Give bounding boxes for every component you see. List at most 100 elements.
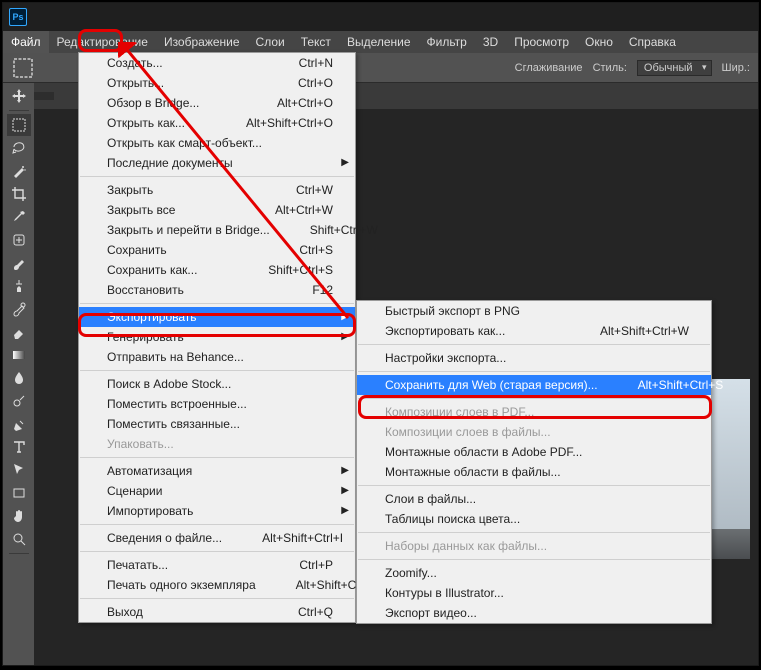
file-menu-item-label: Выход — [107, 605, 143, 619]
file-menu-item-32[interactable]: Выход Ctrl+Q — [79, 602, 355, 622]
tool-zoom[interactable] — [7, 528, 31, 550]
file-menu-item-label: Генерировать — [107, 330, 184, 344]
file-menu-item-23[interactable]: Автоматизация▶ — [79, 461, 355, 481]
export-menu-item-label: Композиции слоев в файлы... — [385, 425, 551, 439]
export-menu-item-5[interactable]: Сохранить для Web (старая версия)...Alt+… — [357, 375, 711, 395]
file-menu-item-10[interactable]: СохранитьCtrl+S — [79, 240, 355, 260]
file-menu-item-label: Восстановить — [107, 283, 184, 297]
export-menu-item-13[interactable]: Таблицы поиска цвета... — [357, 509, 711, 529]
menu-фильтр[interactable]: Фильтр — [419, 31, 475, 53]
file-menu-separator — [80, 176, 354, 177]
file-menu-item-3[interactable]: Открыть как...Alt+Shift+Ctrl+O — [79, 113, 355, 133]
file-menu-item-label: Сохранить как... — [107, 263, 197, 277]
tool-type[interactable] — [7, 436, 31, 458]
file-menu-item-label: Поместить встроенные... — [107, 397, 247, 411]
tool-marquee[interactable] — [7, 114, 31, 136]
tool-eyedropper[interactable] — [7, 206, 31, 228]
file-menu-item-29[interactable]: Печатать...Ctrl+P — [79, 555, 355, 575]
file-menu-item-label: Открыть... — [107, 76, 164, 90]
file-menu-item-5[interactable]: Последние документы▶ — [79, 153, 355, 173]
export-menu-item-label: Таблицы поиска цвета... — [385, 512, 520, 526]
tool-rectangle[interactable] — [7, 482, 31, 504]
file-menu-item-30[interactable]: Печать одного экземпляраAlt+Shift+Ctrl+P — [79, 575, 355, 595]
style-dropdown[interactable]: Обычный — [637, 60, 712, 76]
export-menu-item-label: Zoomify... — [385, 566, 437, 580]
tool-pen[interactable] — [7, 413, 31, 435]
shortcut: Shift+Ctrl+S — [268, 263, 333, 277]
export-menu-item-3[interactable]: Настройки экспорта... — [357, 348, 711, 368]
export-menu-item-0[interactable]: Быстрый экспорт в PNG — [357, 301, 711, 321]
file-menu-item-25[interactable]: Импортировать▶ — [79, 501, 355, 521]
file-menu-item-20[interactable]: Поместить связанные... — [79, 414, 355, 434]
menubar: ФайлРедактированиеИзображениеСлоиТекстВы… — [3, 31, 758, 53]
tool-eraser[interactable] — [7, 321, 31, 343]
tool-lasso[interactable] — [7, 137, 31, 159]
file-menu: Создать...Ctrl+NОткрыть...Ctrl+OОбзор в … — [78, 52, 356, 623]
menu-редактирование[interactable]: Редактирование — [49, 31, 156, 53]
tool-magic-wand[interactable] — [7, 160, 31, 182]
tool-history-brush[interactable] — [7, 298, 31, 320]
shortcut: Alt+Shift+Ctrl+O — [246, 116, 333, 130]
export-menu-item-9[interactable]: Монтажные области в Adobe PDF... — [357, 442, 711, 462]
tool-blur[interactable] — [7, 367, 31, 389]
tool-heal[interactable] — [7, 229, 31, 251]
export-menu-item-1[interactable]: Экспортировать как... Alt+Shift+Ctrl+W — [357, 321, 711, 341]
menu-выделение[interactable]: Выделение — [339, 31, 419, 53]
app-logo: Ps — [9, 8, 27, 26]
menu-изображение[interactable]: Изображение — [156, 31, 248, 53]
export-menu-item-19[interactable]: Экспорт видео... — [357, 603, 711, 623]
style-label: Стиль: — [593, 62, 627, 74]
file-menu-item-27[interactable]: Сведения о файле...Alt+Shift+Ctrl+I — [79, 528, 355, 548]
menu-файл[interactable]: Файл — [3, 31, 49, 53]
file-menu-item-2[interactable]: Обзор в Bridge...Alt+Ctrl+O — [79, 93, 355, 113]
tool-brush[interactable] — [7, 252, 31, 274]
menu-окно[interactable]: Окно — [577, 31, 621, 53]
file-menu-item-15[interactable]: Генерировать▶ — [79, 327, 355, 347]
export-menu-item-10[interactable]: Монтажные области в файлы... — [357, 462, 711, 482]
tool-gradient[interactable] — [7, 344, 31, 366]
file-menu-item-4[interactable]: Открыть как смарт-объект... — [79, 133, 355, 153]
document-tab[interactable] — [34, 92, 54, 100]
tool-clone[interactable] — [7, 275, 31, 297]
file-menu-separator — [80, 524, 354, 525]
menu-текст[interactable]: Текст — [293, 31, 339, 53]
export-menu-item-label: Наборы данных как файлы... — [385, 539, 547, 553]
file-menu-item-1[interactable]: Открыть...Ctrl+O — [79, 73, 355, 93]
file-menu-item-7[interactable]: ЗакрытьCtrl+W — [79, 180, 355, 200]
file-menu-item-12[interactable]: ВосстановитьF12 — [79, 280, 355, 300]
file-menu-item-14[interactable]: Экспортировать▶ — [79, 307, 355, 327]
file-menu-item-label: Упаковать... — [107, 437, 174, 451]
tool-path-select[interactable] — [7, 459, 31, 481]
tool-move[interactable] — [7, 85, 31, 107]
file-menu-item-19[interactable]: Поместить встроенные... — [79, 394, 355, 414]
file-menu-item-24[interactable]: Сценарии▶ — [79, 481, 355, 501]
shortcut: Ctrl+Q — [298, 605, 333, 619]
menu-справка[interactable]: Справка — [621, 31, 684, 53]
tool-crop[interactable] — [7, 183, 31, 205]
menu-просмотр[interactable]: Просмотр — [506, 31, 577, 53]
titlebar: Ps — [3, 3, 758, 31]
export-menu-item-label: Слои в файлы... — [385, 492, 476, 506]
file-menu-item-11[interactable]: Сохранить как... Shift+Ctrl+S — [79, 260, 355, 280]
shortcut: Alt+Shift+Ctrl+W — [600, 324, 689, 338]
file-menu-item-21: Упаковать... — [79, 434, 355, 454]
export-menu-separator — [358, 398, 710, 399]
file-menu-item-label: Экспортировать — [107, 310, 197, 324]
menu-слои[interactable]: Слои — [248, 31, 293, 53]
export-menu-item-label: Экспортировать как... — [385, 324, 505, 338]
tool-hand[interactable] — [7, 505, 31, 527]
file-menu-item-8[interactable]: Закрыть всеAlt+Ctrl+W — [79, 200, 355, 220]
file-menu-separator — [80, 370, 354, 371]
file-menu-item-9[interactable]: Закрыть и перейти в Bridge...Shift+Ctrl+… — [79, 220, 355, 240]
export-menu-item-label: Монтажные области в Adobe PDF... — [385, 445, 582, 459]
export-menu-item-18[interactable]: Контуры в Illustrator... — [357, 583, 711, 603]
width-label: Шир.: — [722, 62, 750, 74]
export-menu-item-12[interactable]: Слои в файлы... — [357, 489, 711, 509]
file-menu-item-18[interactable]: Поиск в Adobe Stock... — [79, 374, 355, 394]
file-menu-item-label: Сохранить — [107, 243, 167, 257]
tool-dodge[interactable] — [7, 390, 31, 412]
export-menu-item-17[interactable]: Zoomify... — [357, 563, 711, 583]
file-menu-item-16[interactable]: Отправить на Behance... — [79, 347, 355, 367]
menu-3d[interactable]: 3D — [475, 31, 506, 53]
file-menu-item-0[interactable]: Создать...Ctrl+N — [79, 53, 355, 73]
